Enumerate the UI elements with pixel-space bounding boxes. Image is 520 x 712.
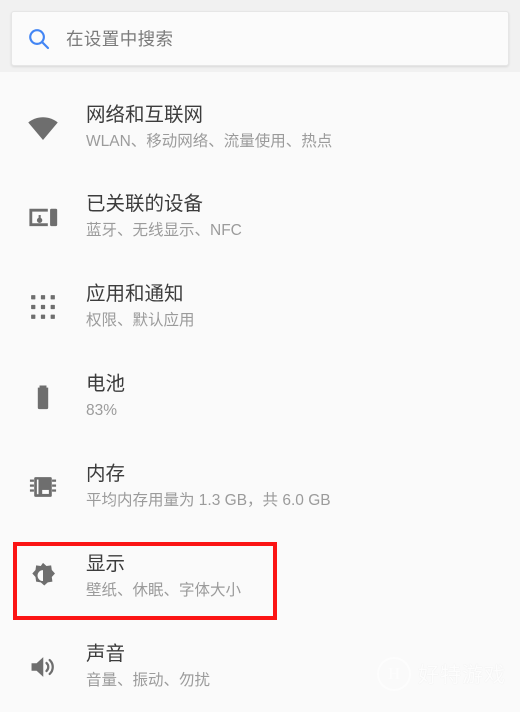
wifi-icon [0, 111, 86, 145]
search-placeholder-text: 在设置中搜索 [66, 29, 174, 49]
settings-row-battery[interactable]: 电池 83% [0, 352, 520, 442]
settings-row-text: 内存 平均内存用量为 1.3 GB，共 6.0 GB [86, 462, 343, 512]
settings-row-display[interactable]: 显示 壁纸、休眠、字体大小 [0, 532, 520, 622]
row-title: 已关联的设备 [86, 193, 204, 215]
connected-devices-icon [0, 200, 86, 234]
settings-row-network[interactable]: 网络和互联网 WLAN、移动网络、流量使用、热点 [0, 84, 520, 172]
row-subtitle: 平均内存用量为 1.3 GB，共 6.0 GB [86, 492, 331, 509]
settings-row-text: 声音 音量、振动、勿扰 [86, 642, 222, 692]
row-title: 电池 [86, 373, 126, 395]
memory-chip-icon [0, 471, 86, 503]
settings-row-connected-devices[interactable]: 已关联的设备 蓝牙、无线显示、NFC [0, 172, 520, 262]
row-title: 声音 [86, 643, 126, 665]
row-subtitle: 壁纸、休眠、字体大小 [86, 582, 242, 599]
battery-icon [0, 381, 86, 413]
search-input[interactable]: 在设置中搜索 [11, 11, 509, 66]
settings-list: 网络和互联网 WLAN、移动网络、流量使用、热点 已关联的设备 蓝牙、无线显示、… [0, 72, 520, 712]
row-subtitle: 蓝牙、无线显示、NFC [86, 222, 242, 239]
settings-row-text: 应用和通知 权限、默认应用 [86, 282, 207, 332]
row-title: 网络和互联网 [86, 104, 204, 126]
apps-grid-icon [0, 292, 86, 322]
row-subtitle: 音量、振动、勿扰 [86, 672, 211, 689]
speaker-icon [0, 651, 86, 683]
search-bar-container: 在设置中搜索 [0, 0, 520, 72]
row-title: 内存 [86, 463, 126, 485]
row-title: 显示 [86, 553, 126, 575]
settings-row-text: 网络和互联网 WLAN、移动网络、流量使用、热点 [86, 103, 344, 153]
settings-row-text: 显示 壁纸、休眠、字体大小 [86, 552, 253, 602]
row-title: 应用和通知 [86, 283, 184, 305]
settings-row-text: 电池 83% [86, 372, 137, 422]
brightness-icon [0, 560, 86, 594]
row-subtitle: WLAN、移动网络、流量使用、热点 [86, 133, 333, 150]
settings-row-sound[interactable]: 声音 音量、振动、勿扰 [0, 622, 520, 712]
settings-row-apps[interactable]: 应用和通知 权限、默认应用 [0, 262, 520, 352]
row-subtitle: 权限、默认应用 [86, 312, 195, 329]
row-subtitle: 83% [86, 402, 118, 419]
settings-row-text: 已关联的设备 蓝牙、无线显示、NFC [86, 192, 254, 242]
settings-row-memory[interactable]: 内存 平均内存用量为 1.3 GB，共 6.0 GB [0, 442, 520, 532]
search-icon [12, 26, 66, 52]
